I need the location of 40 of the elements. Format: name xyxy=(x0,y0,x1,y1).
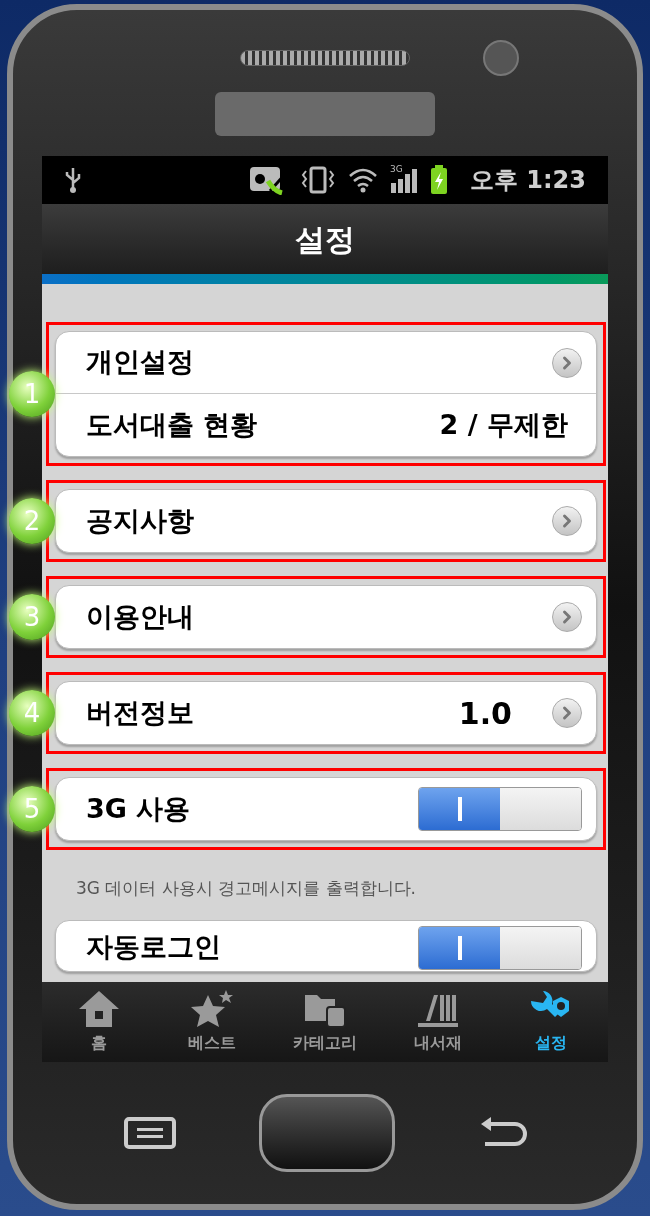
menu-icon[interactable] xyxy=(123,1116,177,1150)
row-label: 버전정보 xyxy=(86,695,195,730)
wifi-icon xyxy=(347,167,378,193)
tab-item[interactable]: 홈 xyxy=(42,982,156,1062)
vibrate-icon xyxy=(299,165,336,195)
toggle-switch[interactable] xyxy=(418,925,582,970)
status-time: 오후 1:23 xyxy=(469,165,586,196)
row-label: 도서대출 현황 xyxy=(86,407,259,442)
settings-row[interactable]: 도서대출 현황 2 / 무제한 xyxy=(56,394,596,456)
callout-number: 3 xyxy=(9,594,55,640)
battery-icon xyxy=(429,165,448,195)
row-label: 자동로그인 xyxy=(86,930,222,965)
tab-item[interactable]: 내서재 xyxy=(381,982,495,1062)
hint-text: 3G 데이터 사용시 경고메시지를 출력합니다. xyxy=(75,877,417,900)
settings-row[interactable]: 자동로그인 xyxy=(56,920,596,971)
row-label: 3G 사용 xyxy=(86,791,192,826)
tab-item[interactable]: 베스트 xyxy=(155,982,269,1062)
chevron-icon[interactable] xyxy=(552,698,582,728)
chevron-icon[interactable] xyxy=(552,347,582,378)
tab-item[interactable]: 카테고리 xyxy=(268,982,382,1062)
row-label: 공지사항 xyxy=(86,503,195,538)
callout-number: 4 xyxy=(9,690,55,736)
row-value: 2 / 무제한 xyxy=(439,407,568,442)
screen-title: 설정 xyxy=(295,220,355,259)
row-label: 이용안내 xyxy=(86,599,195,634)
callout-number: 1 xyxy=(9,371,55,417)
toggle-switch[interactable] xyxy=(418,787,582,831)
callout-number: 2 xyxy=(9,498,55,544)
signal-icon xyxy=(389,167,418,193)
row-label: 개인설정 xyxy=(86,345,195,380)
home-button[interactable] xyxy=(259,1094,395,1172)
network-type: 3G xyxy=(389,165,403,174)
chevron-icon[interactable] xyxy=(552,602,582,632)
tab-item[interactable]: 설정 xyxy=(494,982,608,1062)
camera-lens xyxy=(483,40,519,76)
usb-icon xyxy=(64,166,82,194)
chevron-icon[interactable] xyxy=(552,506,582,536)
settings-row[interactable]: 개인설정 xyxy=(56,332,596,394)
row-value: 1.0 xyxy=(458,694,512,733)
callout-number: 5 xyxy=(9,786,55,832)
